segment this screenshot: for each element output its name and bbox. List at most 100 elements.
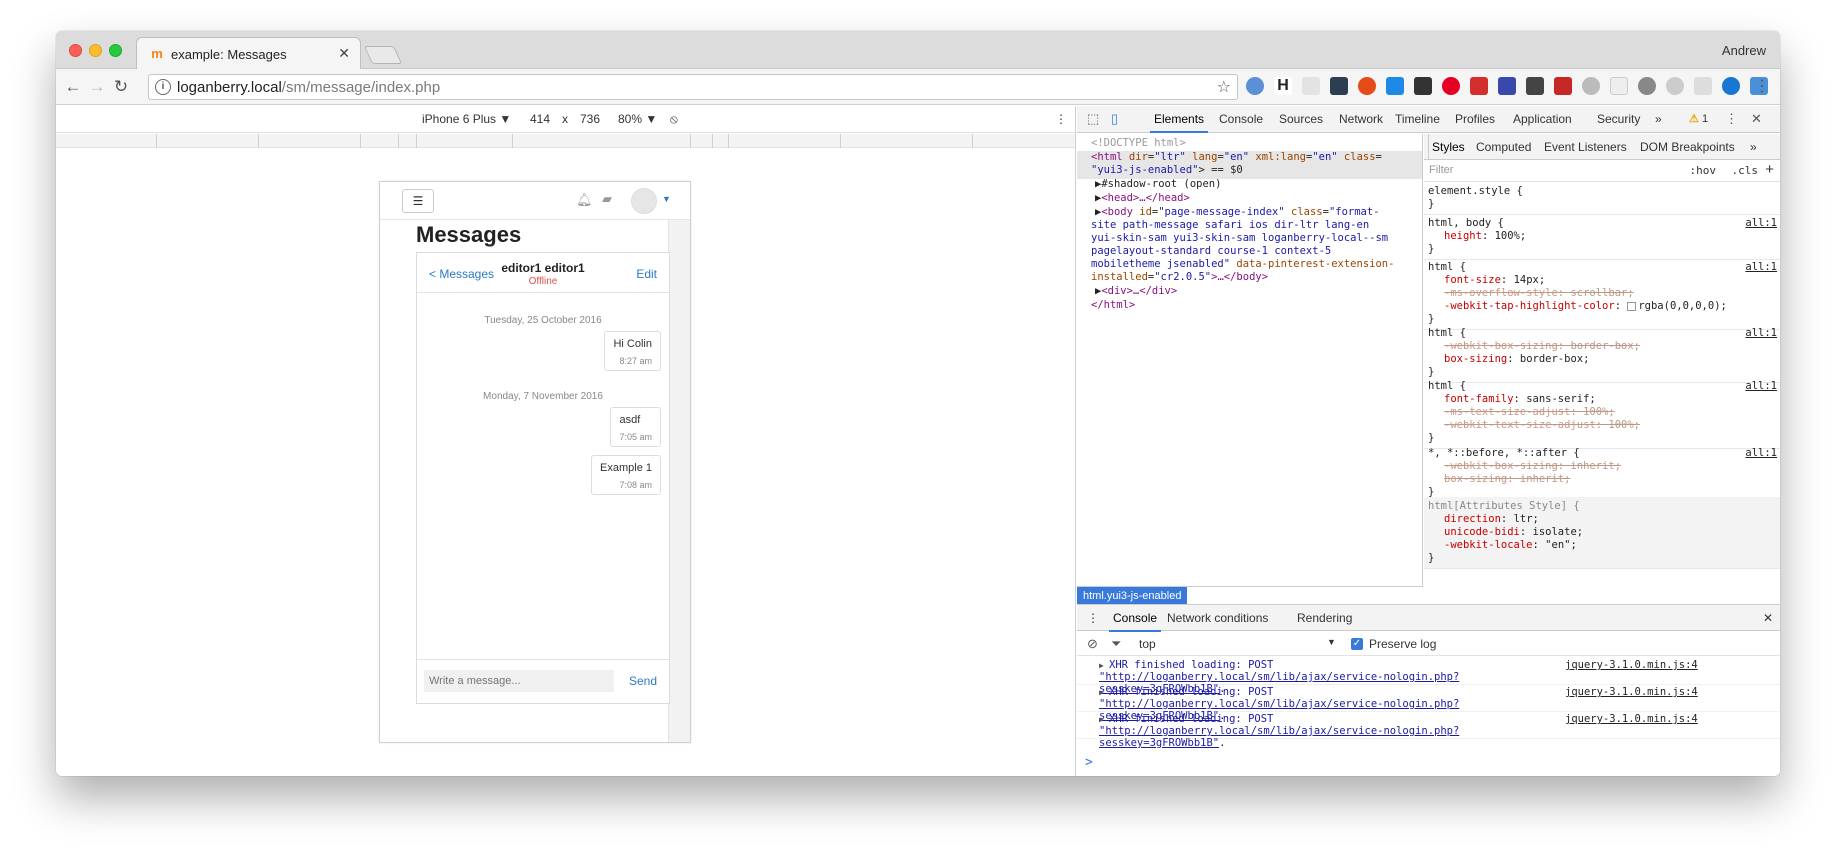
html-node[interactable]: <html dir="ltr" lang="en" xml:lang="en" … (1091, 151, 1382, 164)
extension-icon[interactable] (1330, 77, 1348, 95)
console-log-entry[interactable]: ▶ XHR finished loading: POST "http://log… (1077, 713, 1780, 749)
zoom-select[interactable]: 80% ▼ (618, 112, 657, 126)
log-source-link[interactable]: jquery-3.1.0.min.js:4 (1565, 686, 1698, 698)
extension-icon[interactable] (1526, 77, 1544, 95)
tab-network-conditions[interactable]: Network conditions (1167, 611, 1268, 625)
shadow-root-node[interactable]: ▶#shadow-root (open) (1095, 178, 1221, 191)
color-swatch-icon[interactable] (1627, 301, 1637, 311)
device-height[interactable]: 736 (580, 112, 600, 126)
drawer-menu-icon[interactable]: ⋮ (1087, 611, 1099, 625)
bell-icon[interactable]: 🔔︎ (576, 192, 593, 208)
tab-network[interactable]: Network (1339, 112, 1383, 126)
tab-security[interactable]: Security (1597, 112, 1640, 126)
device-select[interactable]: iPhone 6 Plus ▼ (422, 112, 511, 126)
console-log-entry[interactable]: ▶ XHR finished loading: POST "http://log… (1077, 659, 1780, 695)
extension-icon[interactable] (1386, 77, 1404, 95)
message-bubble[interactable]: Example 1 7:08 am (591, 455, 661, 495)
minimize-window-button[interactable] (89, 44, 102, 57)
extension-icon[interactable] (1582, 77, 1600, 95)
message-bubble[interactable]: asdf 7:05 am (610, 407, 661, 447)
tab-close-icon[interactable]: ✕ (338, 45, 350, 62)
hamburger-menu-icon[interactable]: ☰ (402, 189, 434, 213)
tab-application[interactable]: Application (1513, 112, 1572, 126)
context-select[interactable]: top (1139, 637, 1156, 651)
tab-dom-breakpoints[interactable]: DOM Breakpoints (1640, 140, 1735, 154)
device-mode-icon[interactable]: ▯ (1111, 111, 1118, 127)
tab-event-listeners[interactable]: Event Listeners (1544, 140, 1627, 154)
inspect-element-icon[interactable]: ⬚ (1087, 111, 1099, 127)
rotate-icon[interactable]: ⦸ (670, 112, 678, 127)
tab-rendering[interactable]: Rendering (1297, 611, 1352, 625)
bookmark-star-icon[interactable]: ☆ (1217, 77, 1231, 97)
tab-console[interactable]: Console (1219, 112, 1263, 126)
tab-sources[interactable]: Sources (1279, 112, 1323, 126)
avatar[interactable] (631, 188, 657, 214)
new-rule-button[interactable]: + (1765, 161, 1774, 178)
more-tabs-icon[interactable]: » (1655, 112, 1662, 126)
rule-source-link[interactable]: all:1 (1745, 447, 1777, 460)
device-width[interactable]: 414 (530, 112, 550, 126)
extension-icon[interactable] (1666, 77, 1684, 95)
tab-styles[interactable]: Styles (1428, 134, 1465, 160)
tab-elements[interactable]: Elements (1149, 112, 1209, 133)
extension-icon[interactable] (1470, 77, 1488, 95)
rule-source-link[interactable]: all:1 (1745, 217, 1777, 230)
url-text[interactable]: loganberry.local/sm/message/index.php (177, 79, 440, 96)
styles-filter-input[interactable]: Filter (1429, 164, 1453, 176)
extension-icon[interactable] (1498, 77, 1516, 95)
extension-icon[interactable] (1302, 77, 1320, 95)
tab-profiles[interactable]: Profiles (1455, 112, 1495, 126)
close-drawer-icon[interactable]: ✕ (1763, 611, 1773, 625)
forward-arrow-icon[interactable]: → (86, 76, 108, 98)
chevron-down-icon[interactable]: ▼ (662, 194, 671, 204)
filter-icon[interactable]: ⏷ (1111, 636, 1121, 652)
send-button[interactable]: Send (629, 674, 657, 688)
browser-tab[interactable]: m example: Messages ✕ (136, 37, 361, 70)
preserve-log-checkbox[interactable]: ✓ (1351, 638, 1363, 650)
rule-source-link[interactable]: all:1 (1745, 327, 1777, 340)
address-bar[interactable]: i loganberry.local/sm/message/index.php … (148, 74, 1238, 100)
warning-count[interactable]: ⚠ 1 (1689, 112, 1708, 125)
console-prompt[interactable]: > (1085, 755, 1093, 770)
profile-name[interactable]: Andrew (1722, 43, 1766, 58)
div-node[interactable]: ▶<div>…</div> (1095, 285, 1177, 298)
message-bubble[interactable]: Hi Colin 8:27 am (604, 331, 661, 371)
log-source-link[interactable]: jquery-3.1.0.min.js:4 (1565, 713, 1698, 725)
close-window-button[interactable] (69, 44, 82, 57)
new-tab-button[interactable] (363, 46, 403, 64)
rule-source-link[interactable]: all:1 (1745, 261, 1777, 274)
doctype-node[interactable]: <!DOCTYPE html> (1091, 137, 1186, 150)
pinterest-icon[interactable] (1442, 77, 1460, 95)
extension-icon[interactable] (1722, 77, 1740, 95)
back-arrow-icon[interactable]: ← (62, 76, 84, 98)
close-devtools-icon[interactable]: ✕ (1751, 111, 1762, 127)
reload-icon[interactable]: ↻ (110, 76, 132, 98)
log-source-link[interactable]: jquery-3.1.0.min.js:4 (1565, 659, 1698, 671)
more-style-tabs-icon[interactable]: » (1750, 140, 1757, 154)
clear-console-icon[interactable]: ⊘ (1087, 636, 1098, 652)
body-node[interactable]: ▶<body id="page-message-index" class="fo… (1095, 206, 1380, 219)
device-menu-icon[interactable]: ⋮ (1055, 112, 1067, 126)
tab-timeline[interactable]: Timeline (1395, 112, 1440, 126)
message-bubble-icon[interactable]: ▰ (602, 191, 612, 207)
extension-icon[interactable] (1554, 77, 1572, 95)
extension-icon[interactable] (1638, 77, 1656, 95)
edit-link[interactable]: Edit (636, 267, 657, 281)
tab-console-drawer[interactable]: Console (1108, 611, 1162, 632)
tab-computed[interactable]: Computed (1476, 140, 1531, 154)
console-log-entry[interactable]: ▶ XHR finished loading: POST "http://log… (1077, 686, 1780, 722)
extension-icon[interactable] (1246, 77, 1264, 95)
devtools-menu-icon[interactable]: ⋮ (1725, 111, 1738, 127)
context-dropdown-icon[interactable]: ▼ (1327, 637, 1336, 647)
extension-h-icon[interactable]: H (1274, 77, 1292, 95)
breadcrumb-html[interactable]: html.yui3-js-enabled (1077, 587, 1188, 605)
site-info-icon[interactable]: i (155, 79, 171, 95)
rule-source-link[interactable]: all:1 (1745, 380, 1777, 393)
head-node[interactable]: ▶<head>…</head> (1095, 192, 1190, 205)
zoom-window-button[interactable] (109, 44, 122, 57)
browser-menu-icon[interactable]: ⋮ (1754, 76, 1770, 96)
extension-icon[interactable] (1414, 77, 1432, 95)
hov-toggle[interactable]: :hov (1690, 164, 1717, 177)
cls-toggle[interactable]: .cls (1732, 164, 1759, 177)
extension-icon[interactable] (1358, 77, 1376, 95)
